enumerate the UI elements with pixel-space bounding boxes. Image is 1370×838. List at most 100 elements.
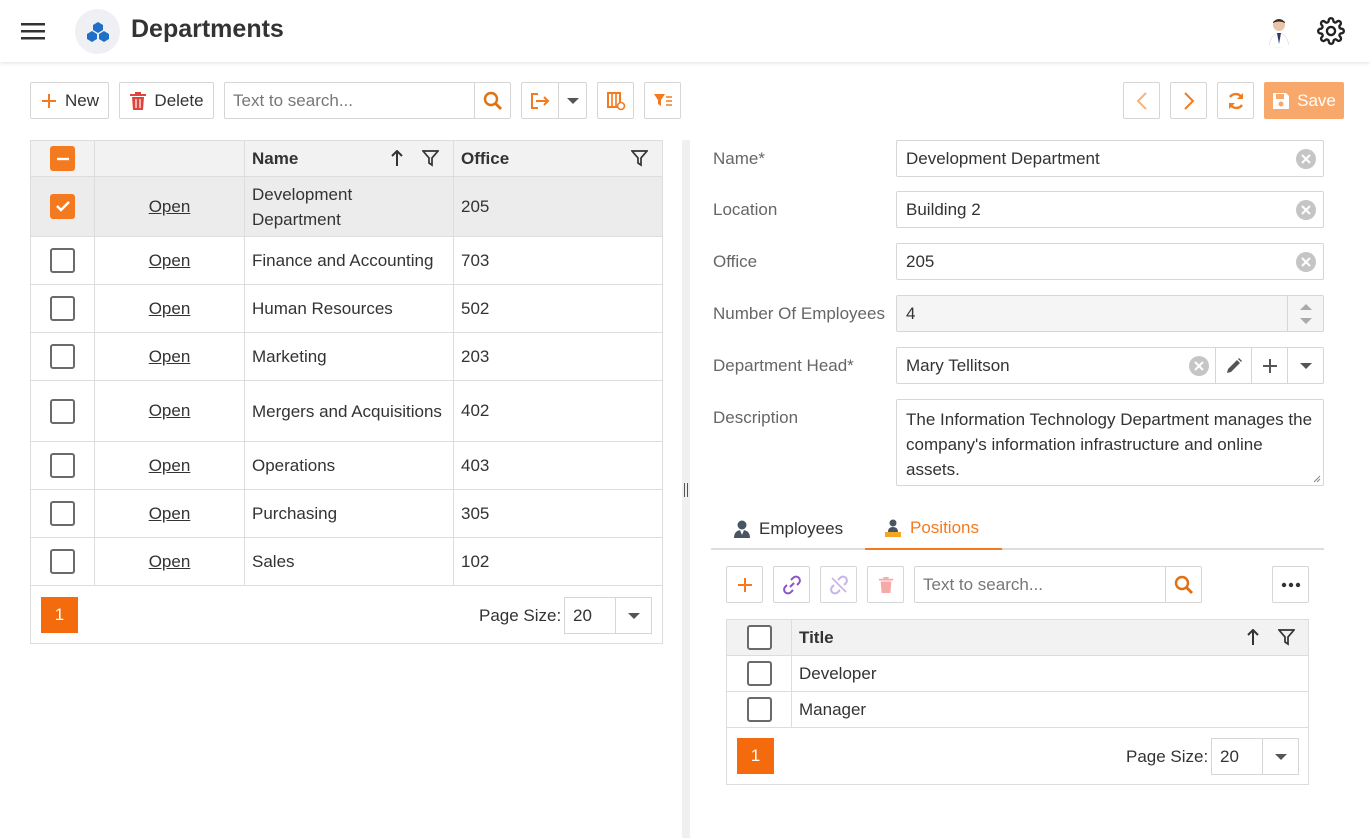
tab-employees-label: Employees (759, 519, 844, 538)
table-row[interactable]: Developer (727, 656, 1308, 692)
office-label: Office (713, 252, 758, 271)
employee-icon (734, 520, 750, 538)
clear-icon[interactable] (1296, 252, 1316, 272)
table-row[interactable]: Manager (727, 692, 1308, 728)
table-row[interactable]: Open Human Resources 502 (31, 285, 662, 333)
hamburger-icon[interactable] (19, 20, 47, 42)
refresh-button[interactable] (1217, 82, 1254, 119)
column-chooser-button[interactable] (597, 82, 634, 119)
department-name: Operations (252, 456, 336, 475)
table-row[interactable]: Open Sales 102 (31, 538, 662, 586)
table-row[interactable]: Open Finance and Accounting 703 (31, 237, 662, 285)
grid-header-row: Name Office (31, 141, 662, 177)
unlink-icon (829, 575, 848, 594)
table-row[interactable]: Open Marketing 203 (31, 333, 662, 381)
splitter[interactable] (682, 140, 690, 838)
chevron-left-icon (1136, 91, 1147, 110)
app-logo-icon (75, 9, 120, 54)
row-checkbox-cell (727, 656, 792, 691)
chevron-down-icon[interactable] (1287, 348, 1323, 383)
pager-page-1[interactable]: 1 (41, 597, 78, 633)
open-column-header (95, 141, 245, 176)
edit-pencil-icon[interactable] (1215, 348, 1251, 383)
search-icon[interactable] (474, 83, 510, 118)
open-link[interactable]: Open (149, 197, 191, 217)
table-row[interactable]: Open Development Department 205 (31, 177, 662, 237)
export-button[interactable] (521, 82, 587, 119)
row-checkbox[interactable] (50, 453, 75, 478)
row-checkbox[interactable] (50, 549, 75, 574)
previous-record-button[interactable] (1123, 82, 1160, 119)
splitter-grip-icon[interactable] (684, 483, 688, 497)
open-link[interactable]: Open (149, 401, 191, 421)
select-all-checkbox[interactable] (746, 625, 772, 650)
trash-icon (130, 91, 147, 110)
tab-positions[interactable]: Positions (865, 508, 1002, 550)
save-button[interactable]: Save (1264, 82, 1344, 119)
open-cell: Open (95, 538, 245, 585)
filter-icon[interactable] (631, 150, 648, 167)
table-row[interactable]: Open Purchasing 305 (31, 490, 662, 538)
office-field[interactable]: 205 (896, 243, 1324, 280)
description-field[interactable]: The Information Technology Department ma… (896, 399, 1324, 486)
row-checkbox[interactable] (50, 248, 75, 273)
delete-button[interactable]: Delete (119, 82, 214, 119)
department-office: 102 (461, 551, 490, 571)
row-checkbox[interactable] (50, 501, 75, 526)
open-link[interactable]: Open (149, 504, 191, 524)
office-column-header[interactable]: Office (454, 141, 662, 176)
select-all-checkbox[interactable] (50, 146, 75, 171)
open-link[interactable]: Open (149, 299, 191, 319)
positions-search-input[interactable] (915, 567, 1165, 602)
open-link[interactable]: Open (149, 552, 191, 572)
page-size-select[interactable]: 20 (1211, 738, 1299, 775)
filter-icon[interactable] (422, 150, 439, 167)
open-cell: Open (95, 442, 245, 489)
clear-icon[interactable] (1189, 356, 1209, 376)
row-checkbox[interactable] (746, 661, 772, 686)
clear-icon[interactable] (1296, 200, 1316, 220)
title-column-header[interactable]: Title (792, 620, 1308, 655)
resize-handle-icon[interactable] (1311, 473, 1321, 483)
more-options-button[interactable] (1272, 566, 1309, 603)
next-record-button[interactable] (1170, 82, 1207, 119)
add-plus-icon[interactable] (1251, 348, 1287, 383)
add-position-button[interactable] (726, 566, 763, 603)
row-checkbox[interactable] (50, 296, 75, 321)
open-link[interactable]: Open (149, 456, 191, 476)
open-link[interactable]: Open (149, 347, 191, 367)
chevron-down-icon[interactable] (1262, 739, 1298, 774)
positions-header-row: Title (727, 620, 1308, 656)
department-head-field[interactable]: Mary Tellitson (896, 347, 1324, 384)
table-row[interactable]: Open Mergers and Acquisitions 402 (31, 381, 662, 442)
row-checkbox[interactable] (50, 398, 75, 424)
page-size-select[interactable]: 20 (564, 597, 652, 634)
sort-ascending-icon[interactable] (1247, 629, 1259, 646)
delete-position-button[interactable] (867, 566, 904, 603)
link-button[interactable] (773, 566, 810, 603)
open-link[interactable]: Open (149, 251, 191, 271)
location-field[interactable]: Building 2 (896, 191, 1324, 228)
table-row[interactable]: Open Operations 403 (31, 442, 662, 490)
pager-page-1[interactable]: 1 (737, 738, 774, 774)
filter-icon[interactable] (1278, 629, 1295, 646)
clear-icon[interactable] (1296, 149, 1316, 169)
filter-builder-button[interactable] (644, 82, 681, 119)
row-checkbox[interactable] (746, 697, 772, 722)
name-field[interactable]: Development Department (896, 140, 1324, 177)
gear-icon[interactable] (1317, 17, 1345, 45)
search-input[interactable] (225, 83, 475, 118)
name-column-header[interactable]: Name (245, 141, 454, 176)
sort-ascending-icon[interactable] (391, 150, 403, 167)
plus-icon (41, 93, 56, 108)
chevron-down-icon[interactable] (615, 598, 651, 633)
unlink-button[interactable] (820, 566, 857, 603)
new-button[interactable]: New (30, 82, 109, 119)
page-size-value: 20 (1220, 747, 1239, 766)
user-avatar-icon[interactable] (1262, 14, 1296, 48)
row-checkbox[interactable] (50, 344, 75, 369)
chevron-down-icon[interactable] (558, 83, 586, 118)
tab-employees[interactable]: Employees (733, 508, 843, 550)
row-checkbox[interactable] (50, 194, 75, 219)
search-icon[interactable] (1165, 567, 1201, 602)
